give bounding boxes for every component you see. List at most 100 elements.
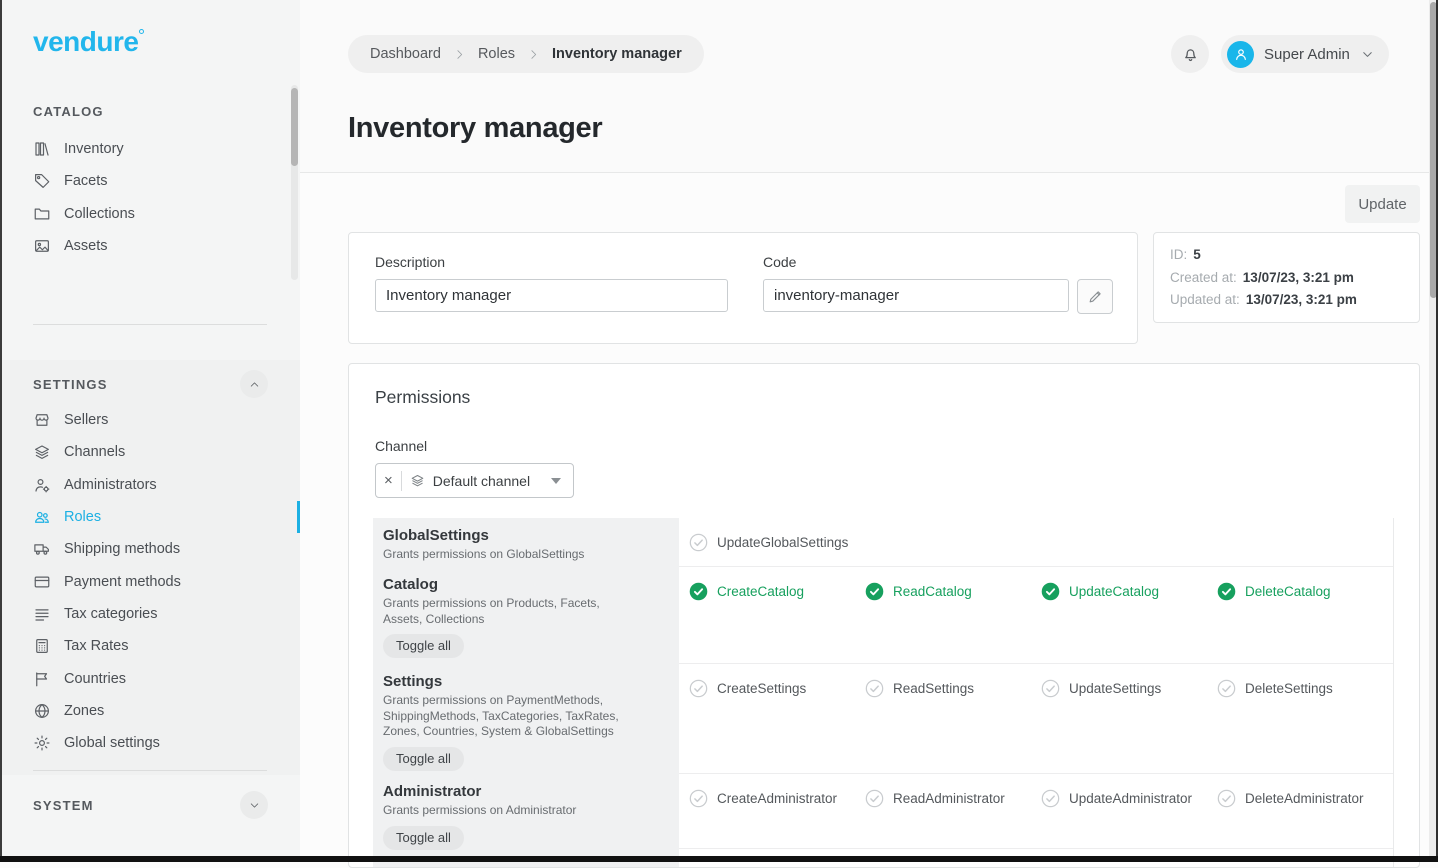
created-at-value: 13/07/23, 3:21 pm (1243, 267, 1354, 290)
permission-checkbox[interactable]: DeleteSettings (1217, 676, 1393, 700)
permission-row-description: Grants permissions on PaymentMethods, Sh… (383, 693, 633, 740)
chevron-up-icon (248, 378, 261, 391)
created-at-label: Created at: (1170, 267, 1237, 290)
permissions-title: Permissions (375, 387, 470, 408)
channel-label: Channel (375, 438, 427, 454)
permission-label: ReadAdministrator (893, 791, 1005, 806)
sidebar-item-countries[interactable]: Countries (33, 662, 181, 694)
main-content: Update Description Code ID: 5 Created at… (300, 173, 1430, 862)
permissions-grid: GlobalSettings Grants permissions on Glo… (373, 518, 1395, 868)
toggle-all-button[interactable]: Toggle all (383, 634, 464, 658)
permission-row-name: GlobalSettings (383, 527, 665, 544)
sidebar-item-global-settings[interactable]: Global settings (33, 727, 181, 759)
admin-user-icon (33, 476, 51, 494)
channel-select[interactable]: × Default channel (375, 463, 574, 498)
permission-row-settings: Settings Grants permissions on PaymentMe… (373, 664, 1393, 774)
folder-icon (33, 205, 51, 223)
breadcrumb-roles[interactable]: Roles (478, 46, 515, 62)
sidebar-section-settings: SETTINGS (33, 377, 108, 392)
vendure-logo[interactable]: vendure (33, 26, 144, 58)
sidebar-item-collections[interactable]: Collections (33, 198, 135, 230)
permission-checkbox[interactable]: CreateAdministrator (689, 786, 865, 810)
edit-code-button[interactable] (1077, 279, 1113, 314)
check-circle-icon (1041, 679, 1060, 698)
sidebar-item-label: Collections (64, 206, 135, 222)
chevron-down-icon (248, 799, 261, 812)
permission-checkbox[interactable]: ReadAdministrator (865, 786, 1041, 810)
updated-at-label: Updated at: (1170, 289, 1240, 312)
sidebar: vendure CATALOG Inventory Facets Collect… (0, 0, 300, 862)
list-icon (33, 605, 51, 623)
permission-checkbox[interactable]: DeleteCatalog (1217, 579, 1393, 603)
permission-checkbox[interactable]: CreateCatalog (689, 579, 865, 603)
sidebar-item-inventory[interactable]: Inventory (33, 133, 135, 165)
permission-row-administrator: Administrator Grants permissions on Admi… (373, 774, 1393, 849)
notifications-button[interactable] (1171, 35, 1209, 73)
check-circle-icon (865, 679, 884, 698)
divider (1393, 518, 1394, 868)
divider (401, 471, 402, 491)
chevron-right-icon (527, 48, 540, 61)
sidebar-scrollbar-thumb[interactable] (291, 88, 298, 166)
permission-row-description: Grants permissions on GlobalSettings (383, 547, 633, 563)
sidebar-item-channels[interactable]: Channels (33, 436, 181, 468)
sidebar-item-shipping-methods[interactable]: Shipping methods (33, 533, 181, 565)
sidebar-item-roles[interactable]: Roles (33, 501, 181, 533)
inventory-icon (33, 140, 51, 158)
system-expand-button[interactable] (240, 791, 268, 819)
sidebar-item-zones[interactable]: Zones (33, 695, 181, 727)
sidebar-item-facets[interactable]: Facets (33, 165, 135, 197)
settings-collapse-button[interactable] (240, 370, 268, 398)
permission-checkbox[interactable]: CreateSettings (689, 676, 865, 700)
description-input[interactable] (375, 279, 728, 312)
sidebar-item-label: Inventory (64, 141, 124, 157)
permission-row-description: Grants permissions on Products, Facets, … (383, 596, 633, 627)
sidebar-item-label: Payment methods (64, 574, 181, 590)
storefront-icon (33, 411, 51, 429)
sidebar-item-tax-categories[interactable]: Tax categories (33, 598, 181, 630)
sidebar-item-label: Tax categories (64, 606, 158, 622)
permission-checkbox[interactable]: ReadCatalog (865, 579, 1041, 603)
code-input[interactable] (763, 279, 1069, 312)
credit-card-icon (33, 573, 51, 591)
breadcrumb-dashboard[interactable]: Dashboard (370, 46, 441, 62)
check-circle-icon (1041, 789, 1060, 808)
active-item-indicator (297, 501, 300, 533)
sidebar-item-payment-methods[interactable]: Payment methods (33, 565, 181, 597)
permission-checkbox[interactable]: ReadSettings (865, 676, 1041, 700)
meta-updated-row: Updated at: 13/07/23, 3:21 pm (1170, 289, 1403, 312)
sidebar-item-label: Countries (64, 671, 126, 687)
permission-checkbox[interactable]: UpdateSettings (1041, 676, 1217, 700)
top-header: Dashboard Roles Inventory manager Super … (300, 0, 1438, 173)
permission-checkbox-group: CreateSettings ReadSettings UpdateSettin… (679, 664, 1393, 774)
toggle-all-button[interactable]: Toggle all (383, 747, 464, 771)
sidebar-section-system: SYSTEM (33, 798, 94, 813)
meta-created-row: Created at: 13/07/23, 3:21 pm (1170, 267, 1403, 290)
sidebar-item-label: Facets (64, 173, 108, 189)
description-field-group: Description (375, 254, 728, 322)
update-button[interactable]: Update (1345, 185, 1420, 223)
sidebar-item-assets[interactable]: Assets (33, 230, 135, 262)
remove-channel-icon[interactable]: × (384, 473, 393, 488)
permission-checkbox[interactable]: UpdateCatalog (1041, 579, 1217, 603)
divider (33, 770, 267, 771)
permission-checkbox[interactable]: UpdateGlobalSettings (689, 530, 865, 554)
globe-icon (33, 702, 51, 720)
permission-row-catalog: Catalog Grants permissions on Products, … (373, 567, 1393, 664)
select-caret-icon (551, 478, 561, 484)
chevron-down-icon (1360, 47, 1375, 62)
permissions-card: Permissions Channel × Default channel Gl… (348, 363, 1420, 868)
permission-checkbox[interactable]: UpdateAdministrator (1041, 786, 1217, 810)
toggle-all-button[interactable]: Toggle all (383, 826, 464, 850)
permission-checkbox[interactable]: DeleteAdministrator (1217, 786, 1393, 810)
pencil-icon (1087, 288, 1104, 305)
sidebar-item-label: Global settings (64, 735, 160, 751)
breadcrumb-current: Inventory manager (552, 46, 682, 62)
user-menu-button[interactable]: Super Admin (1221, 35, 1389, 73)
sidebar-item-sellers[interactable]: Sellers (33, 404, 181, 436)
permission-label: CreateAdministrator (717, 791, 837, 806)
sidebar-item-administrators[interactable]: Administrators (33, 469, 181, 501)
permission-label: DeleteCatalog (1245, 584, 1331, 599)
sidebar-item-tax-rates[interactable]: Tax Rates (33, 630, 181, 662)
gear-icon (33, 734, 51, 752)
